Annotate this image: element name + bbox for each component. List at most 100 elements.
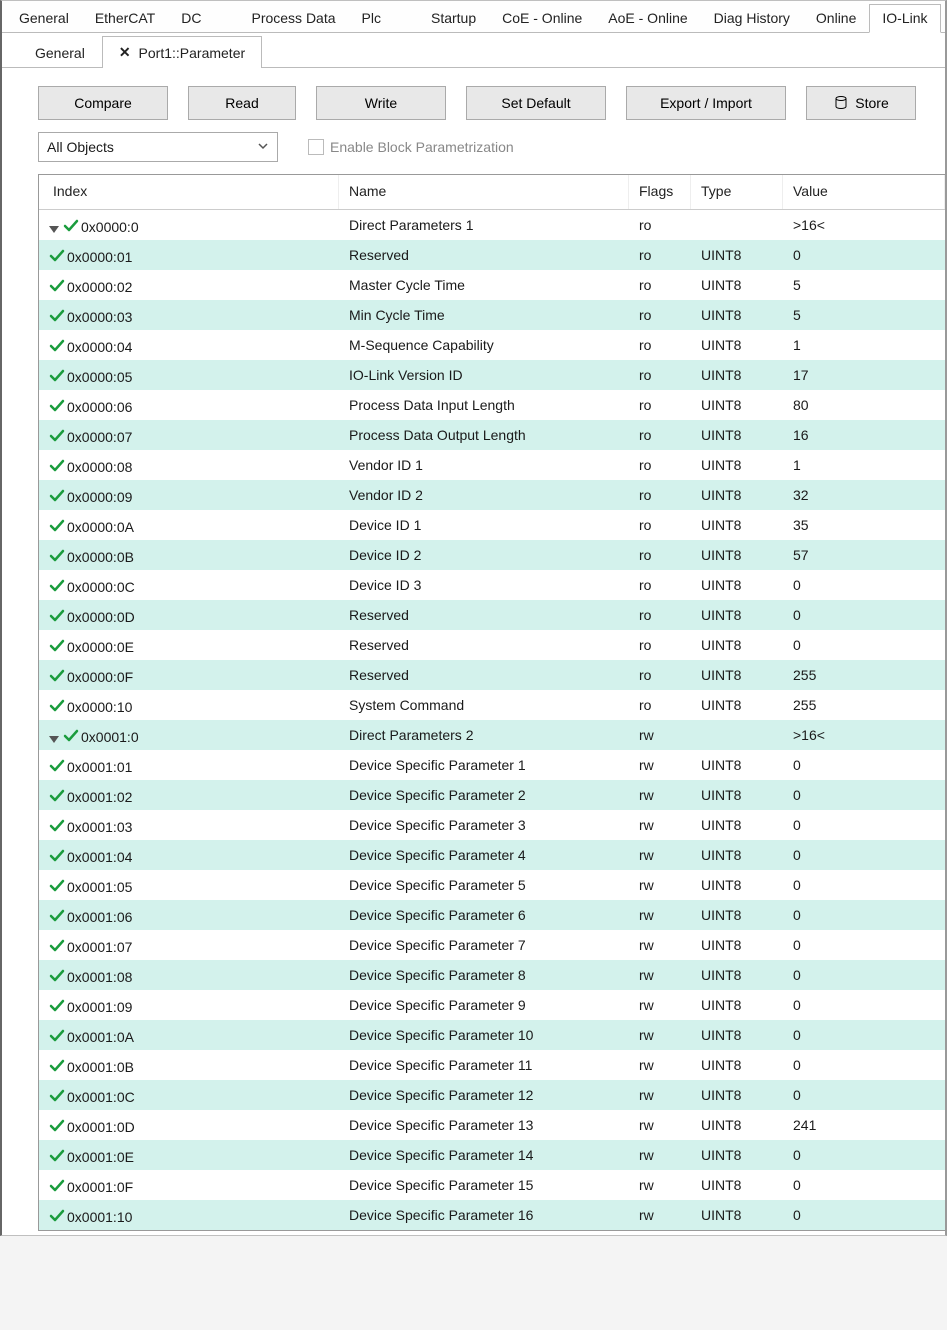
table-row[interactable]: 0x0000:0DReservedroUINT80 <box>39 600 945 630</box>
col-header-name[interactable]: Name <box>339 175 629 209</box>
top-tab[interactable]: Online <box>803 4 869 33</box>
sub-tab[interactable]: ✕Port1::Parameter <box>102 36 262 68</box>
top-tab[interactable]: Process Data <box>238 4 348 33</box>
table-row[interactable]: 0x0000:10System CommandroUINT8255 <box>39 690 945 720</box>
store-button[interactable]: Store <box>806 86 916 120</box>
index-text: 0x0001:04 <box>67 849 132 865</box>
table-row[interactable]: 0x0000:01ReservedroUINT80 <box>39 240 945 270</box>
cell-name: Process Data Output Length <box>339 427 629 443</box>
table-row[interactable]: 0x0000:04M-Sequence CapabilityroUINT81 <box>39 330 945 360</box>
table-row[interactable]: 0x0001:0ADevice Specific Parameter 10rwU… <box>39 1020 945 1050</box>
compare-button[interactable]: Compare <box>38 86 168 120</box>
table-row[interactable]: 0x0001:02Device Specific Parameter 2rwUI… <box>39 780 945 810</box>
col-header-index[interactable]: Index <box>39 175 339 209</box>
cell-index: 0x0000:0C <box>39 576 339 595</box>
index-text: 0x0001:06 <box>67 909 132 925</box>
table-row[interactable]: 0x0000:09Vendor ID 2roUINT832 <box>39 480 945 510</box>
expand-icon[interactable] <box>49 226 59 233</box>
table-row[interactable]: 0x0001:06Device Specific Parameter 6rwUI… <box>39 900 945 930</box>
cell-flags: ro <box>629 427 691 443</box>
cell-type: UINT8 <box>691 817 783 833</box>
table-row[interactable]: 0x0001:08Device Specific Parameter 8rwUI… <box>39 960 945 990</box>
check-icon <box>49 426 67 442</box>
top-tab[interactable]: AoE - Online <box>595 4 700 33</box>
table-row[interactable]: 0x0001:0EDevice Specific Parameter 14rwU… <box>39 1140 945 1170</box>
table-row[interactable]: 0x0001:0DDevice Specific Parameter 13rwU… <box>39 1110 945 1140</box>
table-row[interactable]: 0x0001:04Device Specific Parameter 4rwUI… <box>39 840 945 870</box>
top-tab[interactable]: IO-Link <box>869 4 940 33</box>
table-row[interactable]: 0x0000:08Vendor ID 1roUINT81 <box>39 450 945 480</box>
table-row[interactable]: 0x0000:03Min Cycle TimeroUINT85 <box>39 300 945 330</box>
cell-type: UINT8 <box>691 997 783 1013</box>
table-row[interactable]: 0x0000:07Process Data Output LengthroUIN… <box>39 420 945 450</box>
table-row[interactable]: 0x0000:06Process Data Input LengthroUINT… <box>39 390 945 420</box>
cell-type: UINT8 <box>691 967 783 983</box>
check-icon <box>49 756 67 772</box>
table-row[interactable]: 0x0000:0Direct Parameters 1ro>16< <box>39 210 945 240</box>
cell-index: 0x0000:06 <box>39 396 339 415</box>
table-row[interactable]: 0x0001:0CDevice Specific Parameter 12rwU… <box>39 1080 945 1110</box>
table-row[interactable]: 0x0000:0FReservedroUINT8255 <box>39 660 945 690</box>
toolbar: Compare Read Write Set Default Export / … <box>2 68 945 132</box>
top-tabstrip: GeneralEtherCATDCProcess DataPlcStartupC… <box>2 1 945 33</box>
expand-icon[interactable] <box>49 736 59 743</box>
table-row[interactable]: 0x0001:07Device Specific Parameter 7rwUI… <box>39 930 945 960</box>
write-button[interactable]: Write <box>316 86 446 120</box>
index-text: 0x0000:0 <box>81 219 139 235</box>
table-row[interactable]: 0x0001:05Device Specific Parameter 5rwUI… <box>39 870 945 900</box>
cell-value: 1 <box>783 337 945 353</box>
cell-type: UINT8 <box>691 1147 783 1163</box>
check-icon <box>49 336 67 352</box>
set-default-button[interactable]: Set Default <box>466 86 606 120</box>
col-header-flags[interactable]: Flags <box>629 175 691 209</box>
table-row[interactable]: 0x0001:0Direct Parameters 2rw>16< <box>39 720 945 750</box>
cell-type: UINT8 <box>691 277 783 293</box>
check-icon <box>49 456 67 472</box>
table-row[interactable]: 0x0000:0BDevice ID 2roUINT857 <box>39 540 945 570</box>
table-row[interactable]: 0x0001:09Device Specific Parameter 9rwUI… <box>39 990 945 1020</box>
cell-flags: rw <box>629 997 691 1013</box>
table-row[interactable]: 0x0000:0ADevice ID 1roUINT835 <box>39 510 945 540</box>
table-row[interactable]: 0x0001:10Device Specific Parameter 16rwU… <box>39 1200 945 1230</box>
objects-filter-dropdown[interactable]: All Objects <box>38 132 278 162</box>
table-header: Index Name Flags Type Value <box>39 175 945 210</box>
top-tab[interactable]: CoE - Online <box>489 4 595 33</box>
table-row[interactable]: 0x0001:0BDevice Specific Parameter 11rwU… <box>39 1050 945 1080</box>
block-param-checkbox-wrap[interactable]: Enable Block Parametrization <box>308 139 514 155</box>
table-row[interactable]: 0x0001:03Device Specific Parameter 3rwUI… <box>39 810 945 840</box>
cell-name: Device Specific Parameter 10 <box>339 1027 629 1043</box>
top-tab[interactable]: DC <box>168 4 238 33</box>
cell-name: M-Sequence Capability <box>339 337 629 353</box>
cell-type: UINT8 <box>691 1057 783 1073</box>
cell-index: 0x0000:09 <box>39 486 339 505</box>
cell-name: IO-Link Version ID <box>339 367 629 383</box>
cell-flags: ro <box>629 487 691 503</box>
cell-type: UINT8 <box>691 1027 783 1043</box>
table-row[interactable]: 0x0000:02Master Cycle TimeroUINT85 <box>39 270 945 300</box>
top-tab[interactable]: General <box>6 4 82 33</box>
col-header-type[interactable]: Type <box>691 175 783 209</box>
filter-row: All Objects Enable Block Parametrization <box>2 132 945 172</box>
table-row[interactable]: 0x0000:05IO-Link Version IDroUINT817 <box>39 360 945 390</box>
read-button[interactable]: Read <box>188 86 296 120</box>
cell-flags: rw <box>629 1087 691 1103</box>
table-row[interactable]: 0x0001:01Device Specific Parameter 1rwUI… <box>39 750 945 780</box>
sub-tab[interactable]: General <box>18 36 102 68</box>
top-tab[interactable]: EtherCAT <box>82 4 168 33</box>
table-row[interactable]: 0x0000:0EReservedroUINT80 <box>39 630 945 660</box>
cell-value: 255 <box>783 697 945 713</box>
table-row[interactable]: 0x0000:0CDevice ID 3roUINT80 <box>39 570 945 600</box>
index-text: 0x0000:05 <box>67 369 132 385</box>
table-row[interactable]: 0x0001:0FDevice Specific Parameter 15rwU… <box>39 1170 945 1200</box>
cell-flags: rw <box>629 1207 691 1223</box>
top-tab[interactable]: Plc <box>349 4 418 33</box>
check-icon <box>49 876 67 892</box>
top-tab[interactable]: Startup <box>418 4 489 33</box>
col-header-value[interactable]: Value <box>783 175 945 209</box>
index-text: 0x0001:02 <box>67 789 132 805</box>
export-import-button[interactable]: Export / Import <box>626 86 786 120</box>
cell-index: 0x0001:02 <box>39 786 339 805</box>
close-icon[interactable]: ✕ <box>119 44 131 61</box>
top-tab[interactable]: Diag History <box>701 4 803 33</box>
cell-value: 0 <box>783 1177 945 1193</box>
